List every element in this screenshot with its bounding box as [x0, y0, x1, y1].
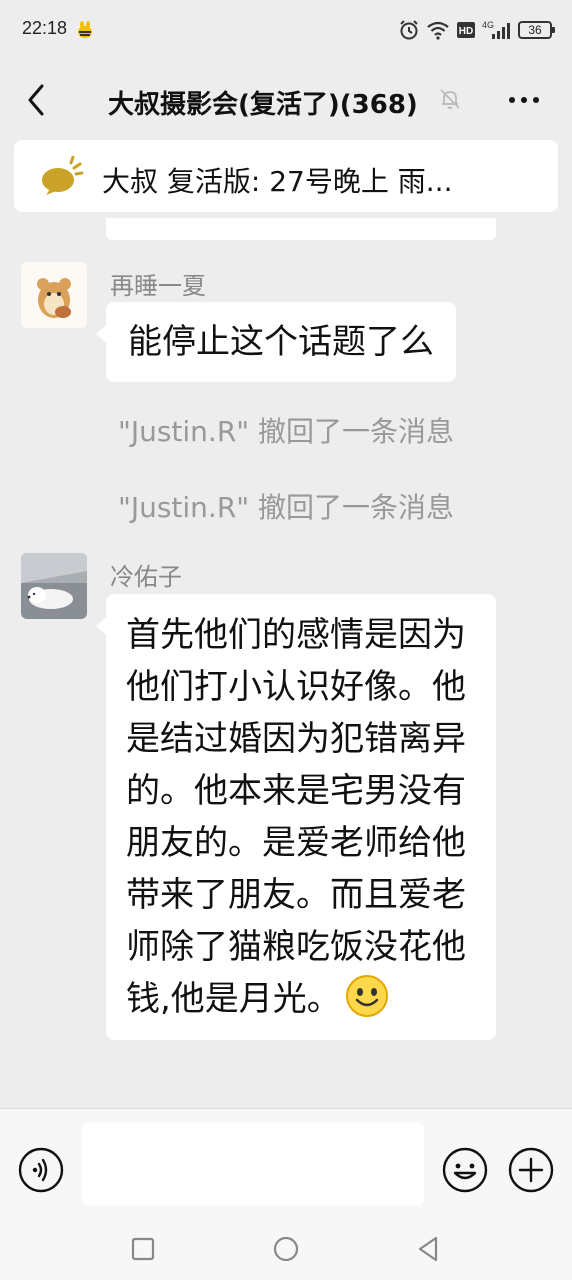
message-bubble[interactable]: 首先他们的感情是因为他们打小认识好像。他是结过婚因为犯错离异的。他本来是宅男没有… — [96, 594, 496, 1040]
voice-icon[interactable] — [18, 1147, 64, 1193]
pinned-announcement[interactable]: 大叔 复活版: 27号晚上 雨... — [14, 140, 558, 212]
plus-icon[interactable] — [508, 1147, 554, 1193]
chat-title: 大叔摄影会(复活了)(368) — [108, 90, 418, 120]
announcement-icon — [42, 156, 84, 195]
wifi-icon — [427, 21, 449, 40]
emoji-icon[interactable] — [442, 1147, 488, 1193]
message-input[interactable] — [82, 1123, 424, 1205]
status-indicators: HD 4G 36 — [398, 16, 555, 44]
hamster-avatar-image — [21, 262, 87, 328]
square-icon[interactable] — [128, 1234, 158, 1264]
sender-name: 冷佑子 — [110, 563, 182, 591]
message-text: 能停止这个话题了么 — [128, 322, 434, 362]
avatar[interactable] — [21, 262, 87, 328]
avatar[interactable] — [21, 553, 87, 619]
bell-off-icon — [440, 89, 460, 109]
message-text: 首先他们的感情是因为他们打小认识好像。他是结过婚因为犯错离异的。他本来是宅男没有… — [106, 594, 496, 1040]
alarm-icon — [400, 20, 418, 40]
app-notification-icon — [78, 21, 92, 38]
system-recall-message: "Justin.R" 撤回了一条消息 — [117, 415, 455, 448]
previous-message-fragment — [106, 218, 496, 240]
pinned-text: 大叔 复活版: 27号晚上 雨... — [102, 165, 453, 198]
sender-name: 再睡一夏 — [110, 272, 206, 300]
system-nav-bar — [0, 1218, 572, 1280]
chat-header: 大叔摄影会(复活了)(368) — [0, 60, 572, 140]
status-bar: 22:18 HD 4G 36 — [0, 0, 572, 60]
svg-text:HD: HD — [459, 26, 473, 37]
signal-icon: 4G — [482, 20, 510, 39]
network-type: 4G — [482, 20, 494, 30]
circle-icon[interactable] — [271, 1234, 301, 1264]
dog-avatar-image — [21, 553, 87, 619]
system-recall-message: "Justin.R" 撤回了一条消息 — [117, 491, 455, 524]
smile-emoji-icon — [345, 975, 388, 1017]
message-bubble[interactable]: 能停止这个话题了么 — [96, 302, 456, 382]
status-time: 22:18 — [22, 18, 68, 38]
bubble-tail — [96, 616, 108, 636]
input-bar — [0, 1108, 572, 1218]
chevron-left-icon[interactable] — [22, 82, 52, 118]
bubble-tail — [96, 324, 108, 344]
hd-icon: HD — [457, 22, 475, 38]
more-dots-icon[interactable] — [506, 90, 542, 110]
battery-indicator: 36 — [518, 21, 555, 39]
message-text-content: 首先他们的感情是因为他们打小认识好像。他是结过婚因为犯错离异的。他本来是宅男没有… — [126, 615, 466, 1019]
triangle-back-icon[interactable] — [414, 1234, 444, 1264]
